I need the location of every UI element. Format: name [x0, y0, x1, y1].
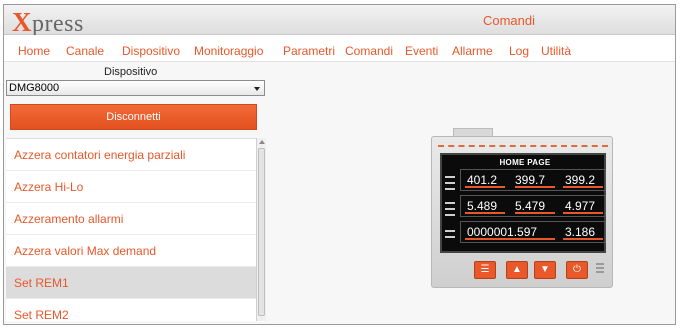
nav-item-comandi[interactable]: Comandi [345, 44, 393, 58]
screen-row: 0000001.597 3.186 [460, 221, 606, 243]
screen-value: 401.2 [467, 173, 498, 187]
nav-item-dispositivo[interactable]: Dispositivo [122, 44, 180, 58]
up-arrow-icon: ▲ [506, 261, 528, 279]
screen-value: 3.186 [565, 225, 596, 239]
app-logo: Xpress [12, 7, 84, 37]
screen-row: 401.2 399.7 399.2 [460, 169, 606, 191]
header-bar: Xpress Comandi [4, 5, 675, 37]
screen-value: 4.977 [565, 199, 596, 213]
screen-value: 5.489 [467, 199, 498, 213]
nav-item-canale[interactable]: Canale [66, 44, 104, 58]
scroll-thumb[interactable] [258, 148, 265, 316]
device-screen: HOME PAGE 401.2 399.7 399.2 5.489 5.479 … [440, 153, 606, 253]
screen-value: 0000001.597 [467, 225, 538, 239]
page-title: Comandi [482, 13, 535, 28]
screen-bar [563, 212, 603, 214]
device-buttons: ☰ ▲ ▼ ⏻ [454, 261, 604, 281]
screen-bar [563, 238, 603, 240]
command-item[interactable]: Azzeramento allarmi [6, 203, 256, 235]
command-item[interactable]: Azzera contatori energia parziali [6, 139, 256, 171]
nav-item-allarme[interactable]: Allarme [452, 44, 493, 58]
screen-value: 399.7 [515, 173, 546, 187]
screen-title: HOME PAGE [499, 158, 551, 167]
screen-bar [515, 186, 555, 188]
command-item[interactable]: Azzera valori Max demand [6, 235, 256, 267]
device-select-value: DMG8000 [9, 82, 60, 94]
scroll-up-arrow-icon[interactable] [259, 140, 265, 144]
screen-value: 5.479 [515, 199, 546, 213]
nav-item-log[interactable]: Log [509, 44, 529, 58]
device-leds [596, 263, 606, 277]
screen-row: 5.489 5.479 4.977 [460, 195, 606, 217]
device-select[interactable]: DMG8000 [6, 80, 265, 96]
device-label: Dispositivo [104, 66, 158, 78]
screen-value: 399.2 [565, 173, 596, 187]
nav-item-eventi[interactable]: Eventi [405, 44, 438, 58]
command-item-selected[interactable]: Set REM1 [6, 267, 256, 299]
nav-item-monitoraggio[interactable]: Monitoraggio [194, 44, 263, 58]
chevron-down-icon [254, 87, 260, 91]
screen-bar [465, 212, 505, 214]
screen-side-labels [444, 158, 458, 250]
menu-icon: ☰ [474, 261, 496, 279]
screen-bar [563, 186, 603, 188]
down-arrow-icon: ▼ [534, 261, 556, 279]
main-nav: Home Canale Dispositivo Monitoraggio Par… [4, 35, 675, 62]
device-brand-strip [438, 141, 608, 147]
command-item[interactable]: Set REM2 [6, 299, 256, 321]
nav-item-parametri[interactable]: Parametri [283, 44, 335, 58]
nav-item-utilita[interactable]: Utilità [541, 44, 571, 58]
command-list-scrollbar[interactable] [256, 138, 266, 321]
device-image: HOME PAGE 401.2 399.7 399.2 5.489 5.479 … [431, 128, 613, 292]
screen-bar [465, 186, 505, 188]
nav-item-home[interactable]: Home [18, 44, 50, 58]
device-body: HOME PAGE 401.2 399.7 399.2 5.489 5.479 … [431, 136, 613, 288]
command-list: Azzera contatori energia parziali Azzera… [6, 138, 256, 321]
power-icon: ⏻ [566, 261, 588, 279]
command-item[interactable]: Azzera Hi-Lo [6, 171, 256, 203]
screen-bar [515, 212, 555, 214]
disconnect-button[interactable]: Disconnetti [10, 104, 257, 130]
screen-bar [465, 238, 555, 240]
